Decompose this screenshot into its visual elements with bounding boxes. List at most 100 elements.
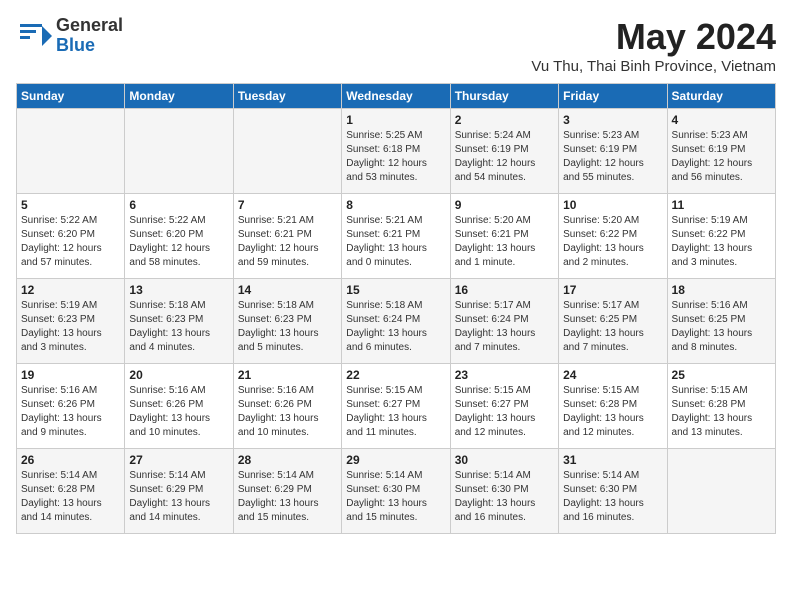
calendar-cell: 14 Sunrise: 5:18 AM Sunset: 6:23 PM Dayli… <box>233 279 341 364</box>
day-info: Sunrise: 5:24 AM Sunset: 6:19 PM Dayligh… <box>455 129 554 185</box>
day-number: 24 <box>563 368 662 382</box>
day-info: Sunrise: 5:14 AM Sunset: 6:30 PM Dayligh… <box>563 469 662 525</box>
page-title: May 2024 <box>531 16 776 58</box>
header-wednesday: Wednesday <box>342 84 450 109</box>
calendar-cell: 20Sunrise: 5:16 AM Sunset: 6:26 PM Dayli… <box>125 364 233 449</box>
day-number: 18 <box>672 283 771 297</box>
day-number: 2 <box>455 113 554 127</box>
day-number: 20 <box>129 368 228 382</box>
day-info: Sunrise: 5:15 AM Sunset: 6:27 PM Dayligh… <box>455 384 554 440</box>
day-number: 8 <box>346 198 445 212</box>
day-info: Sunrise: 5:16 AM Sunset: 6:26 PM Dayligh… <box>238 384 337 440</box>
day-number: 22 <box>346 368 445 382</box>
day-number: 17 <box>563 283 662 297</box>
calendar-cell: 23 Sunrise: 5:15 AM Sunset: 6:27 PM Dayli… <box>450 364 558 449</box>
day-info: Sunrise: 5:15 AM Sunset: 6:27 PM Dayligh… <box>346 384 445 440</box>
day-info: Sunrise: 5:17 AM Sunset: 6:25 PM Dayligh… <box>563 299 662 355</box>
day-info: Sunrise: 5:18 AM Sunset: 6:24 PM Dayligh… <box>346 299 445 355</box>
calendar-row: 26 Sunrise: 5:14 AM Sunset: 6:28 PM Dayli… <box>17 449 776 534</box>
calendar-cell: 5 Sunrise: 5:22 AM Sunset: 6:20 PM Daylig… <box>17 194 125 279</box>
day-info: Sunrise: 5:16 AM Sunset: 6:26 PM Dayligh… <box>21 384 120 440</box>
calendar-table: Sunday Monday Tuesday Wednesday Thursday… <box>16 83 776 534</box>
day-number: 26 <box>21 453 120 467</box>
calendar-cell: 22 Sunrise: 5:15 AM Sunset: 6:27 PM Dayli… <box>342 364 450 449</box>
day-info: Sunrise: 5:14 AM Sunset: 6:30 PM Dayligh… <box>455 469 554 525</box>
day-number: 9 <box>455 198 554 212</box>
calendar-cell: 18 Sunrise: 5:16 AM Sunset: 6:25 PM Dayli… <box>667 279 775 364</box>
title-section: May 2024 Vu Thu, Thai Binh Province, Vie… <box>531 16 776 75</box>
day-number: 7 <box>238 198 337 212</box>
day-info: Sunrise: 5:22 AM Sunset: 6:20 PM Dayligh… <box>21 214 120 270</box>
calendar-cell: 30 Sunrise: 5:14 AM Sunset: 6:30 PM Dayli… <box>450 449 558 534</box>
calendar-cell: 21Sunrise: 5:16 AM Sunset: 6:26 PM Dayli… <box>233 364 341 449</box>
day-number: 19 <box>21 368 120 382</box>
day-number: 6 <box>129 198 228 212</box>
calendar-cell: 10 Sunrise: 5:20 AM Sunset: 6:22 PM Dayli… <box>559 194 667 279</box>
day-info: Sunrise: 5:15 AM Sunset: 6:28 PM Dayligh… <box>563 384 662 440</box>
calendar-row: 19 Sunrise: 5:16 AM Sunset: 6:26 PM Dayli… <box>17 364 776 449</box>
header-monday: Monday <box>125 84 233 109</box>
calendar-cell: 16 Sunrise: 5:17 AM Sunset: 6:24 PM Dayli… <box>450 279 558 364</box>
day-number: 31 <box>563 453 662 467</box>
day-number: 27 <box>129 453 228 467</box>
header-sunday: Sunday <box>17 84 125 109</box>
header-tuesday: Tuesday <box>233 84 341 109</box>
calendar-cell: 12 Sunrise: 5:19 AM Sunset: 6:23 PM Dayli… <box>17 279 125 364</box>
day-info: Sunrise: 5:25 AM Sunset: 6:18 PM Dayligh… <box>346 129 445 185</box>
calendar-cell: 4Sunrise: 5:23 AM Sunset: 6:19 PM Daylig… <box>667 109 775 194</box>
day-info: Sunrise: 5:14 AM Sunset: 6:28 PM Dayligh… <box>21 469 120 525</box>
day-info: Sunrise: 5:16 AM Sunset: 6:25 PM Dayligh… <box>672 299 771 355</box>
day-number: 11 <box>672 198 771 212</box>
calendar-row: 5 Sunrise: 5:22 AM Sunset: 6:20 PM Daylig… <box>17 194 776 279</box>
logo-blue: Blue <box>56 35 95 55</box>
day-info: Sunrise: 5:20 AM Sunset: 6:21 PM Dayligh… <box>455 214 554 270</box>
calendar-cell: 17 Sunrise: 5:17 AM Sunset: 6:25 PM Dayli… <box>559 279 667 364</box>
calendar-header-row: Sunday Monday Tuesday Wednesday Thursday… <box>17 84 776 109</box>
day-number: 14 <box>238 283 337 297</box>
calendar-cell <box>667 449 775 534</box>
calendar-cell: 24 Sunrise: 5:15 AM Sunset: 6:28 PM Dayli… <box>559 364 667 449</box>
day-number: 12 <box>21 283 120 297</box>
day-info: Sunrise: 5:17 AM Sunset: 6:24 PM Dayligh… <box>455 299 554 355</box>
calendar-cell: 15Sunrise: 5:18 AM Sunset: 6:24 PM Dayli… <box>342 279 450 364</box>
calendar-cell: 13 Sunrise: 5:18 AM Sunset: 6:23 PM Dayli… <box>125 279 233 364</box>
calendar-cell <box>125 109 233 194</box>
calendar-cell: 19 Sunrise: 5:16 AM Sunset: 6:26 PM Dayli… <box>17 364 125 449</box>
day-info: Sunrise: 5:18 AM Sunset: 6:23 PM Dayligh… <box>129 299 228 355</box>
calendar-cell: 25Sunrise: 5:15 AM Sunset: 6:28 PM Dayli… <box>667 364 775 449</box>
day-number: 1 <box>346 113 445 127</box>
day-info: Sunrise: 5:14 AM Sunset: 6:30 PM Dayligh… <box>346 469 445 525</box>
calendar-cell: 1 Sunrise: 5:25 AM Sunset: 6:18 PM Daylig… <box>342 109 450 194</box>
day-number: 29 <box>346 453 445 467</box>
logo-general: General <box>56 15 123 35</box>
day-info: Sunrise: 5:18 AM Sunset: 6:23 PM Dayligh… <box>238 299 337 355</box>
day-info: Sunrise: 5:19 AM Sunset: 6:23 PM Dayligh… <box>21 299 120 355</box>
calendar-cell: 31 Sunrise: 5:14 AM Sunset: 6:30 PM Dayli… <box>559 449 667 534</box>
calendar-cell: 6Sunrise: 5:22 AM Sunset: 6:20 PM Daylig… <box>125 194 233 279</box>
day-number: 16 <box>455 283 554 297</box>
calendar-row: 1 Sunrise: 5:25 AM Sunset: 6:18 PM Daylig… <box>17 109 776 194</box>
day-number: 3 <box>563 113 662 127</box>
calendar-row: 12 Sunrise: 5:19 AM Sunset: 6:23 PM Dayli… <box>17 279 776 364</box>
day-number: 5 <box>21 198 120 212</box>
day-info: Sunrise: 5:19 AM Sunset: 6:22 PM Dayligh… <box>672 214 771 270</box>
calendar-cell: 9 Sunrise: 5:20 AM Sunset: 6:21 PM Daylig… <box>450 194 558 279</box>
logo: General Blue <box>16 16 123 56</box>
calendar-cell <box>233 109 341 194</box>
calendar-cell: 27Sunrise: 5:14 AM Sunset: 6:29 PM Dayli… <box>125 449 233 534</box>
day-info: Sunrise: 5:14 AM Sunset: 6:29 PM Dayligh… <box>238 469 337 525</box>
header-friday: Friday <box>559 84 667 109</box>
day-info: Sunrise: 5:21 AM Sunset: 6:21 PM Dayligh… <box>238 214 337 270</box>
calendar-cell: 7 Sunrise: 5:21 AM Sunset: 6:21 PM Daylig… <box>233 194 341 279</box>
day-number: 23 <box>455 368 554 382</box>
page-header: General Blue May 2024 Vu Thu, Thai Binh … <box>16 16 776 75</box>
calendar-cell <box>17 109 125 194</box>
day-number: 13 <box>129 283 228 297</box>
day-number: 28 <box>238 453 337 467</box>
day-info: Sunrise: 5:20 AM Sunset: 6:22 PM Dayligh… <box>563 214 662 270</box>
day-info: Sunrise: 5:23 AM Sunset: 6:19 PM Dayligh… <box>672 129 771 185</box>
day-number: 30 <box>455 453 554 467</box>
day-number: 10 <box>563 198 662 212</box>
day-info: Sunrise: 5:23 AM Sunset: 6:19 PM Dayligh… <box>563 129 662 185</box>
calendar-cell: 29 Sunrise: 5:14 AM Sunset: 6:30 PM Dayli… <box>342 449 450 534</box>
